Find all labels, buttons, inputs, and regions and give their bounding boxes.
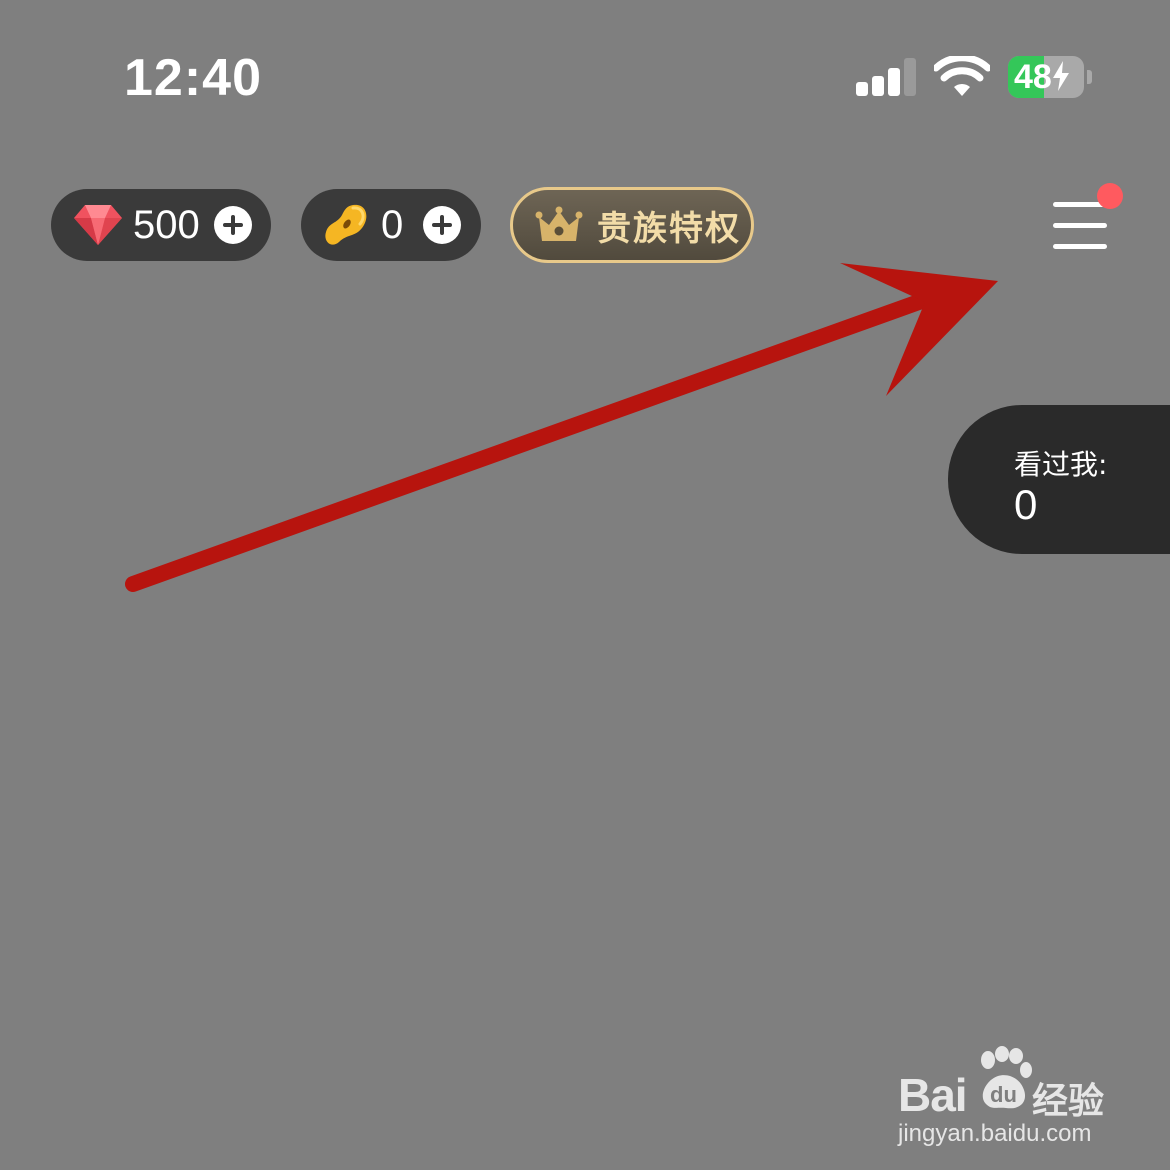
bean-balance-pill[interactable]: 0 (301, 189, 481, 261)
battery-cap (1087, 70, 1092, 84)
viewed-me-count: 0 (1014, 481, 1038, 528)
crown-icon (535, 206, 583, 241)
cellular-signal-icon (856, 58, 916, 96)
bean-icon (325, 204, 367, 245)
diamond-balance-pill[interactable]: 500 (51, 189, 271, 261)
battery-icon: 48 (1008, 56, 1084, 98)
status-time: 12:40 (124, 49, 262, 107)
svg-text:du: du (990, 1082, 1017, 1107)
add-diamonds-icon[interactable] (214, 206, 252, 244)
notification-dot (1097, 183, 1123, 209)
menu-line (1053, 223, 1107, 228)
noble-privilege-button[interactable]: 贵族特权 (510, 187, 754, 263)
wifi-icon (934, 56, 990, 96)
diamond-count: 500 (133, 202, 200, 247)
watermark-suffix: 经验 (1032, 1081, 1105, 1122)
annotation-arrow (125, 263, 998, 592)
viewed-me-tab[interactable]: 看过我: 0 (948, 405, 1170, 554)
watermark-brand: Bai (898, 1069, 968, 1121)
add-beans-icon[interactable] (423, 206, 461, 244)
diamond-icon (74, 205, 122, 245)
battery-level: 48 (1014, 58, 1052, 96)
watermark-url: jingyan.baidu.com (898, 1120, 1092, 1147)
charging-bolt-icon (1052, 61, 1069, 91)
baidu-paw-icon: du (981, 1046, 1032, 1109)
menu-line (1053, 244, 1107, 249)
bean-count: 0 (381, 202, 404, 247)
noble-privilege-label: 贵族特权 (597, 208, 741, 249)
baidu-jingyan-watermark: Bai du 经验 jingyan.baidu.com (898, 1046, 1118, 1147)
viewed-me-label: 看过我: (1014, 448, 1108, 481)
